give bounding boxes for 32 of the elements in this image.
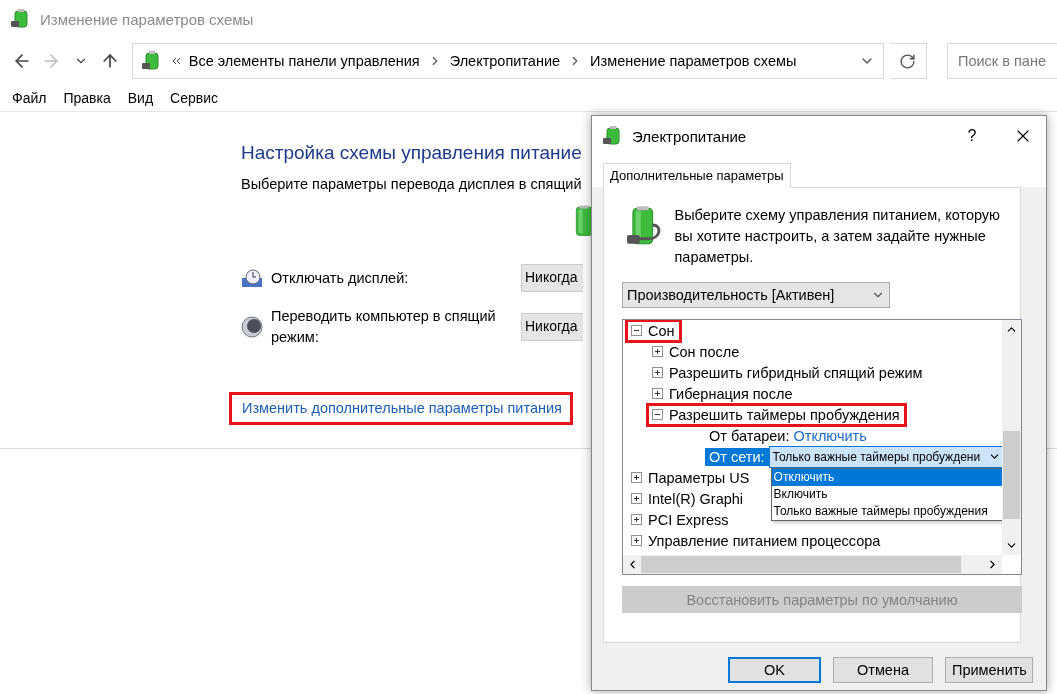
help-button[interactable]: ? xyxy=(952,127,992,145)
intro-text: Выберите схему управления питанием, которую вы хотите настроить, а затем задайте нужные параметры. xyxy=(674,206,1001,267)
tree-item[interactable]: Сон xyxy=(625,320,682,343)
tree-item[interactable]: Разрешить таймеры пробуждения xyxy=(646,402,907,427)
dialog-title: Электропитание xyxy=(632,127,748,145)
search-field[interactable]: Поиск в пане xyxy=(947,43,1057,79)
setting-value-link[interactable]: Отключить xyxy=(793,427,867,444)
dialog-button[interactable]: OK xyxy=(728,657,821,683)
menu-item[interactable]: Файл xyxy=(12,89,47,106)
window-title: Изменение параметров схемы xyxy=(40,10,254,28)
breadcrumb[interactable]: Все элементы панели управления xyxy=(188,53,420,69)
address-bar[interactable]: Все элементы панели управления Электропитание Изменение параметров схемы xyxy=(131,43,884,79)
tab[interactable]: Дополнительные параметры xyxy=(603,163,791,188)
dialog-button[interactable]: Отмена xyxy=(833,657,933,683)
page-heading: Настройка схемы управления питание xyxy=(241,142,582,164)
breadcrumb[interactable]: Электропитание xyxy=(449,53,561,69)
setting-label: Переводить компьютер в спящий режим: xyxy=(270,307,497,347)
advanced-settings-link[interactable]: Изменить дополнительные параметры питания xyxy=(229,392,573,425)
setting-dropdown[interactable]: Никогда xyxy=(521,264,583,292)
setting-label: Отключать дисплей: xyxy=(270,268,410,288)
plan-dropdown[interactable]: Производительность [Активен] xyxy=(622,282,890,308)
menu-item[interactable]: Вид xyxy=(127,89,154,106)
description: Выберите параметры перевода дисплея в спящий xyxy=(241,176,582,192)
dropdown-option[interactable]: Отключить xyxy=(771,468,1002,486)
setting-dropdown[interactable]: Никогда xyxy=(521,313,583,341)
menu-item[interactable]: Сервис xyxy=(170,89,218,106)
menu-item[interactable]: Правка xyxy=(63,89,111,106)
setting-label[interactable]: От батареи: xyxy=(705,426,794,445)
breadcrumb[interactable]: Изменение параметров схемы xyxy=(590,53,797,69)
setting-dropdown[interactable]: Только важные таймеры пробуждени xyxy=(768,445,1002,468)
setting-label[interactable]: От сети: xyxy=(705,447,769,466)
dialog-button[interactable]: Применить xyxy=(945,657,1033,683)
